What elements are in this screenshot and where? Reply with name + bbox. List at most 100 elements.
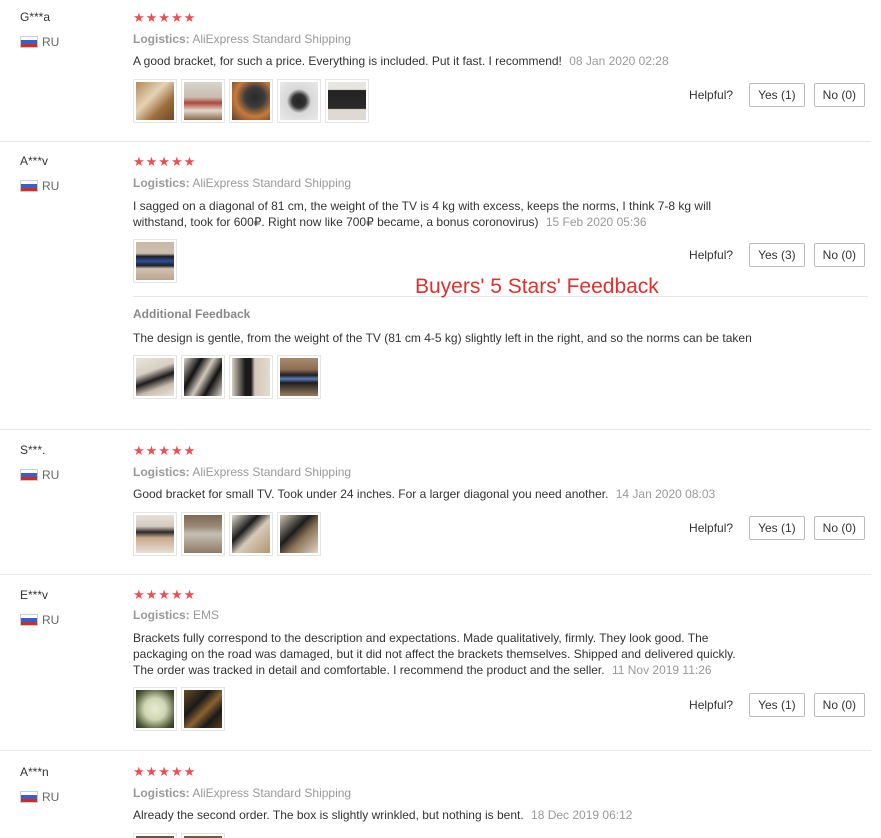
reviewer-info: A***v RU (20, 153, 120, 193)
reviewer-name: A***v (20, 154, 49, 168)
russia-flag-icon (20, 36, 38, 48)
star-rating: ★★★★★ (133, 587, 197, 602)
reviewer-name: A***n (20, 765, 49, 779)
reviewer-info: S***. RU (20, 442, 120, 482)
review-text: A good bracket, for such a price. Everyt… (133, 53, 753, 69)
logistics-value: AliExpress Standard Shipping (192, 32, 352, 46)
helpful-no-button[interactable]: No (0) (813, 83, 865, 107)
helpful-vote: Helpful? Yes (1) No (0) (689, 516, 865, 540)
helpful-no-button[interactable]: No (0) (813, 693, 865, 717)
helpful-label: Helpful? (689, 88, 734, 102)
helpful-yes-button[interactable]: Yes (1) (749, 83, 805, 107)
review-photo[interactable] (181, 355, 225, 399)
review-photo[interactable] (133, 355, 177, 399)
review-photo[interactable] (181, 833, 225, 838)
reviewer-country: RU (20, 35, 120, 49)
review-date: 18 Dec 2019 06:12 (531, 808, 633, 822)
helpful-vote: Helpful? Yes (3) No (0) (689, 243, 865, 267)
logistics-label: Logistics: (133, 608, 190, 622)
review-item: A***n RU ★★★★★ Logistics: AliExpress Sta… (0, 751, 871, 838)
helpful-no-button[interactable]: No (0) (813, 243, 865, 267)
star-rating: ★★★★★ (133, 154, 197, 169)
helpful-label: Helpful? (689, 248, 734, 262)
review-date: 08 Jan 2020 02:28 (569, 54, 669, 68)
review-photo[interactable] (133, 687, 177, 731)
reviewer-country: RU (20, 179, 120, 193)
russia-flag-icon (20, 180, 38, 192)
review-text-body: Already the second order. The box is sli… (133, 808, 524, 822)
helpful-vote: Helpful? Yes (1) No (0) (689, 83, 865, 107)
review-item: G***a RU ★★★★★ Logistics: AliExpress Sta… (0, 0, 871, 142)
review-photo[interactable] (277, 355, 321, 399)
logistics-label: Logistics: (133, 465, 190, 479)
review-item: S***. RU ★★★★★ Logistics: AliExpress Sta… (0, 430, 871, 575)
review-item: E***v RU ★★★★★ Logistics: EMS Brackets f… (0, 575, 871, 751)
country-code: RU (42, 468, 60, 482)
reviewer-info: E***v RU (20, 587, 120, 627)
review-text-body: Good bracket for small TV. Took under 24… (133, 487, 609, 501)
review-text: I sagged on a diagonal of 81 cm, the wei… (133, 198, 753, 230)
helpful-yes-button[interactable]: Yes (1) (749, 516, 805, 540)
country-code: RU (42, 35, 60, 49)
country-code: RU (42, 179, 60, 193)
star-rating: ★★★★★ (133, 10, 197, 25)
review-photo[interactable] (229, 79, 273, 123)
additional-feedback-title: Additional Feedback (133, 307, 251, 321)
additional-feedback: Additional Feedback The design is gentle… (133, 307, 753, 399)
helpful-label: Helpful? (689, 521, 734, 535)
review-photo[interactable] (229, 355, 273, 399)
logistics-info: Logistics: AliExpress Standard Shipping (133, 785, 753, 801)
review-photos (133, 687, 753, 731)
logistics-label: Logistics: (133, 786, 190, 800)
star-rating: ★★★★★ (133, 764, 197, 779)
review-photo[interactable] (277, 512, 321, 556)
helpful-no-button[interactable]: No (0) (813, 516, 865, 540)
russia-flag-icon (20, 791, 38, 803)
logistics-value: EMS (193, 608, 220, 622)
review-text: Brackets fully correspond to the descrip… (133, 630, 753, 678)
helpful-vote: Helpful? Yes (1) No (0) (689, 693, 865, 717)
helpful-yes-button[interactable]: Yes (1) (749, 693, 805, 717)
russia-flag-icon (20, 469, 38, 481)
logistics-value: AliExpress Standard Shipping (192, 176, 352, 190)
review-photo[interactable] (277, 79, 321, 123)
country-code: RU (42, 790, 60, 804)
review-photo[interactable] (133, 512, 177, 556)
review-photo[interactable] (325, 79, 369, 123)
star-rating: ★★★★★ (133, 443, 197, 458)
review-date: 15 Feb 2020 05:36 (545, 215, 647, 229)
reviewer-country: RU (20, 790, 120, 804)
review-text-body: A good bracket, for such a price. Everyt… (133, 54, 562, 68)
review-photo[interactable] (133, 79, 177, 123)
logistics-value: AliExpress Standard Shipping (192, 786, 352, 800)
overlay-caption: Buyers' 5 Stars' Feedback (415, 275, 659, 298)
review-text: Already the second order. The box is sli… (133, 807, 753, 823)
review-text: Good bracket for small TV. Took under 24… (133, 486, 753, 502)
review-photos (133, 79, 753, 123)
review-photo[interactable] (181, 79, 225, 123)
review-photos (133, 512, 753, 556)
reviewer-name: E***v (20, 588, 49, 602)
helpful-label: Helpful? (689, 698, 734, 712)
reviewer-country: RU (20, 468, 120, 482)
russia-flag-icon (20, 614, 38, 626)
additional-photos (133, 355, 753, 399)
reviewer-info: G***a RU (20, 9, 120, 49)
reviewer-name: S***. (20, 443, 46, 457)
logistics-label: Logistics: (133, 32, 190, 46)
logistics-info: Logistics: AliExpress Standard Shipping (133, 464, 753, 480)
review-photo[interactable] (133, 239, 177, 283)
helpful-yes-button[interactable]: Yes (3) (749, 243, 805, 267)
logistics-info: Logistics: AliExpress Standard Shipping (133, 31, 753, 47)
reviewer-info: A***n RU (20, 764, 120, 804)
review-photo[interactable] (133, 833, 177, 838)
reviewer-country: RU (20, 613, 120, 627)
review-photo[interactable] (229, 512, 273, 556)
review-photo[interactable] (181, 512, 225, 556)
review-date: 14 Jan 2020 08:03 (615, 487, 716, 501)
review-photos (133, 833, 753, 838)
review-photo[interactable] (181, 687, 225, 731)
additional-feedback-text: The design is gentle, from the weight of… (133, 331, 752, 345)
logistics-value: AliExpress Standard Shipping (192, 465, 352, 479)
reviewer-name: G***a (20, 10, 51, 24)
